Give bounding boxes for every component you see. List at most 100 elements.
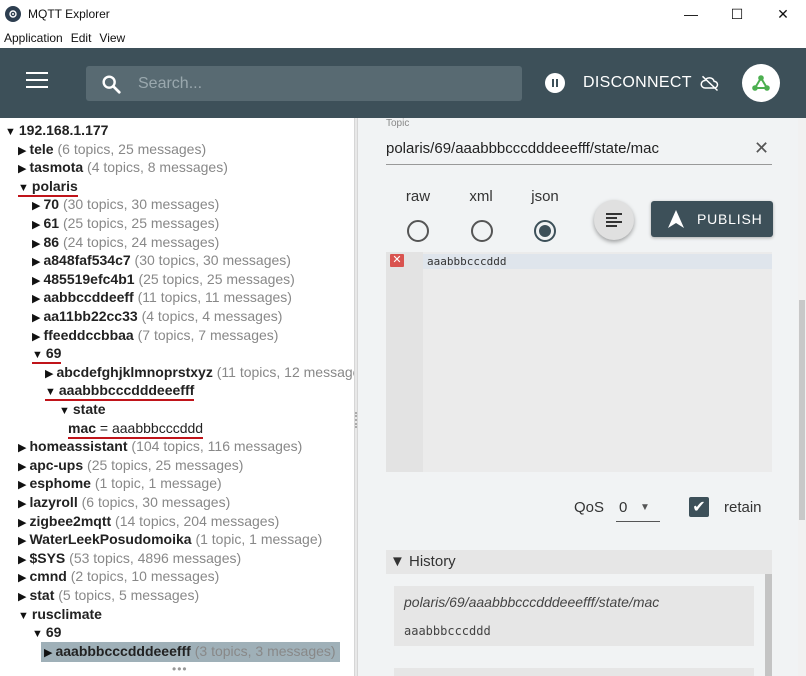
tree-node-content: ▶ ffeeddccbbaa [32, 327, 134, 343]
tree-node[interactable]: ▼ aaabbbcccdddeeefff [45, 381, 195, 402]
topic-input[interactable]: polaris/69/aaabbbcccdddeeefff/state/mac [386, 140, 659, 157]
right-scrollbar-thumb[interactable] [799, 300, 805, 520]
collapsed-arrow-icon[interactable]: ▶ [18, 554, 26, 566]
tree-node[interactable]: mac = aaabbbcccddd [68, 419, 204, 439]
collapsed-arrow-icon[interactable]: ▶ [18, 572, 26, 584]
collapsed-arrow-icon[interactable]: ▶ [45, 368, 53, 380]
tree-node[interactable]: ▼ polaris [18, 177, 78, 197]
collapsed-arrow-icon[interactable]: ▶ [32, 256, 40, 268]
tree-node[interactable]: ▶ aabbccddeeff (11 topics, 11 messages) [32, 288, 292, 308]
editor-gutter [386, 252, 423, 472]
tree-node-content: ▶ lazyroll [18, 494, 78, 510]
collapsed-arrow-icon[interactable]: ▶ [18, 442, 26, 454]
message-editor[interactable]: ✕ aaabbbcccddd [386, 252, 772, 472]
history-item[interactable]: polaris/69/aaabbbcccdddeeefff/state/mac … [394, 586, 754, 646]
clear-topic-icon[interactable]: ✕ [754, 138, 769, 159]
tree-node[interactable]: ▶ cmnd (2 topics, 10 messages) [18, 567, 219, 587]
tree-node[interactable]: ▼ 69 [32, 344, 62, 365]
format-raw-radio[interactable] [407, 220, 429, 242]
tree-node[interactable]: ▼ 192.168.1.177 [5, 121, 108, 141]
tree-node[interactable]: ▶ tasmota (4 topics, 8 messages) [18, 158, 228, 178]
expanded-arrow-icon[interactable]: ▼ [32, 349, 43, 361]
collapsed-arrow-icon[interactable]: ▶ [32, 238, 40, 250]
tree-node[interactable]: ▶ zigbee2mqtt (14 topics, 204 messages) [18, 512, 279, 532]
collapsed-arrow-icon[interactable]: ▶ [32, 275, 40, 287]
tree-node[interactable]: ▶ abcdefghjklmnoprstxyz (11 topics, 12 me… [45, 363, 354, 383]
tree-node[interactable]: ▶ esphome (1 topic, 1 message) [18, 474, 222, 494]
tree-node[interactable]: ▶ stat (5 topics, 5 messages) [18, 586, 199, 606]
expanded-arrow-icon[interactable]: ▼ [18, 182, 29, 194]
tree-node[interactable]: ▼ state [59, 400, 106, 420]
tree-node[interactable]: ▶ homeassistant (104 topics, 116 messages… [18, 437, 302, 457]
connection-avatar-icon[interactable] [742, 64, 780, 102]
expanded-arrow-icon[interactable]: ▼ [59, 405, 70, 417]
tree-node[interactable]: ▶ aa11bb22cc33 (4 topics, 4 messages) [32, 307, 282, 327]
tree-node[interactable]: ▶ aaabbbcccdddeeefff (3 topics, 3 message… [41, 641, 340, 662]
tree-node[interactable]: ▶ $SYS (53 topics, 4896 messages) [18, 549, 241, 569]
editor-text[interactable]: aaabbbcccddd [427, 254, 506, 269]
tree-node[interactable]: ▶ WaterLeekPosudomoika (1 topic, 1 messag… [18, 530, 322, 550]
tree-node[interactable]: ▶ lazyroll (6 topics, 30 messages) [18, 493, 230, 513]
maximize-button[interactable]: ☐ [714, 0, 760, 28]
tree-node[interactable]: ▶ apc-ups (25 topics, 25 messages) [18, 456, 243, 476]
collapsed-arrow-icon[interactable]: ▶ [44, 647, 52, 659]
tree-node-meta: (25 topics, 25 messages) [62, 215, 220, 231]
menu-application[interactable]: Application [4, 31, 63, 45]
expanded-arrow-icon[interactable]: ▼ [45, 386, 56, 398]
tree-node[interactable]: ▶ 61 (25 topics, 25 messages) [32, 214, 219, 234]
format-text-button[interactable] [594, 200, 634, 240]
tree-node[interactable]: ▶ ffeeddccbbaa (7 topics, 7 messages) [32, 326, 278, 346]
collapsed-arrow-icon[interactable]: ▶ [32, 219, 40, 231]
minimize-button[interactable]: — [668, 0, 714, 28]
tree-node[interactable]: ▶ 70 (30 topics, 30 messages) [32, 195, 219, 215]
qos-select[interactable]: 0 ▼ [616, 494, 660, 522]
history-item-partial[interactable] [394, 668, 754, 676]
format-xml-radio[interactable] [471, 220, 493, 242]
history-scrollbar[interactable] [765, 574, 772, 676]
publish-pane: Topic polaris/69/aaabbbcccdddeeefff/stat… [358, 118, 806, 676]
menu-view[interactable]: View [99, 31, 125, 45]
close-window-button[interactable]: ✕ [760, 0, 806, 28]
collapsed-arrow-icon[interactable]: ▶ [32, 293, 40, 305]
collapsed-arrow-icon[interactable]: ▶ [18, 535, 26, 547]
tree-node[interactable]: ▶ 485519efc4b1 (25 topics, 25 messages) [32, 270, 295, 290]
expanded-arrow-icon[interactable]: ▼ [5, 126, 16, 138]
tree-node-meta: (7 topics, 7 messages) [137, 326, 279, 343]
tree-node[interactable]: ▶ tele (6 topics, 25 messages) [18, 140, 206, 160]
collapsed-arrow-icon[interactable]: ▶ [18, 517, 26, 529]
splitter-grip-icon[interactable] [355, 412, 357, 428]
format-json-radio[interactable] [534, 220, 556, 242]
collapsed-arrow-icon[interactable]: ▶ [18, 461, 26, 473]
tree-node[interactable]: ▶ 86 (24 topics, 24 messages) [32, 233, 219, 253]
retain-checkbox[interactable]: ✔ [689, 497, 709, 517]
collapsed-arrow-icon[interactable]: ▶ [18, 498, 26, 510]
tree-node-meta: (2 topics, 10 messages) [70, 568, 220, 585]
more-icon[interactable]: ••• [172, 662, 188, 676]
tree-node[interactable]: ▶ a848faf534c7 (30 topics, 30 messages) [32, 251, 291, 271]
collapsed-arrow-icon[interactable]: ▶ [18, 591, 26, 603]
collapsed-arrow-icon[interactable]: ▶ [32, 200, 40, 212]
collapsed-arrow-icon[interactable]: ▶ [32, 331, 40, 343]
expanded-arrow-icon[interactable]: ▼ [32, 628, 43, 640]
publish-button[interactable]: PUBLISH [651, 201, 773, 237]
topic-underline [386, 164, 772, 165]
tree-node-name: state [72, 401, 106, 417]
search-input[interactable] [138, 74, 498, 93]
history-toggle[interactable]: ▼ History [386, 550, 772, 574]
menu-icon[interactable] [26, 72, 48, 90]
collapsed-arrow-icon[interactable]: ▶ [32, 312, 40, 324]
tree-node[interactable]: ▼ rusclimate [18, 605, 102, 625]
collapsed-arrow-icon[interactable]: ▶ [18, 163, 26, 175]
disconnect-button[interactable]: DISCONNECT [545, 72, 720, 94]
tree-node-meta: (53 topics, 4896 messages) [69, 549, 242, 566]
tree-node-name: aaabbbcccdddeeefff [55, 642, 191, 659]
collapsed-arrow-icon[interactable]: ▶ [18, 145, 26, 157]
tree-node[interactable]: ▼ 69 [32, 623, 61, 643]
tree-node-meta: (4 topics, 8 messages) [87, 159, 228, 176]
collapsed-arrow-icon[interactable]: ▶ [18, 479, 26, 491]
expanded-arrow-icon[interactable]: ▼ [18, 610, 29, 622]
tree-node-name: homeassistant [29, 438, 128, 455]
search-box[interactable] [86, 66, 522, 101]
menu-edit[interactable]: Edit [71, 31, 92, 45]
tree-node-name: a848faf534c7 [43, 252, 131, 269]
